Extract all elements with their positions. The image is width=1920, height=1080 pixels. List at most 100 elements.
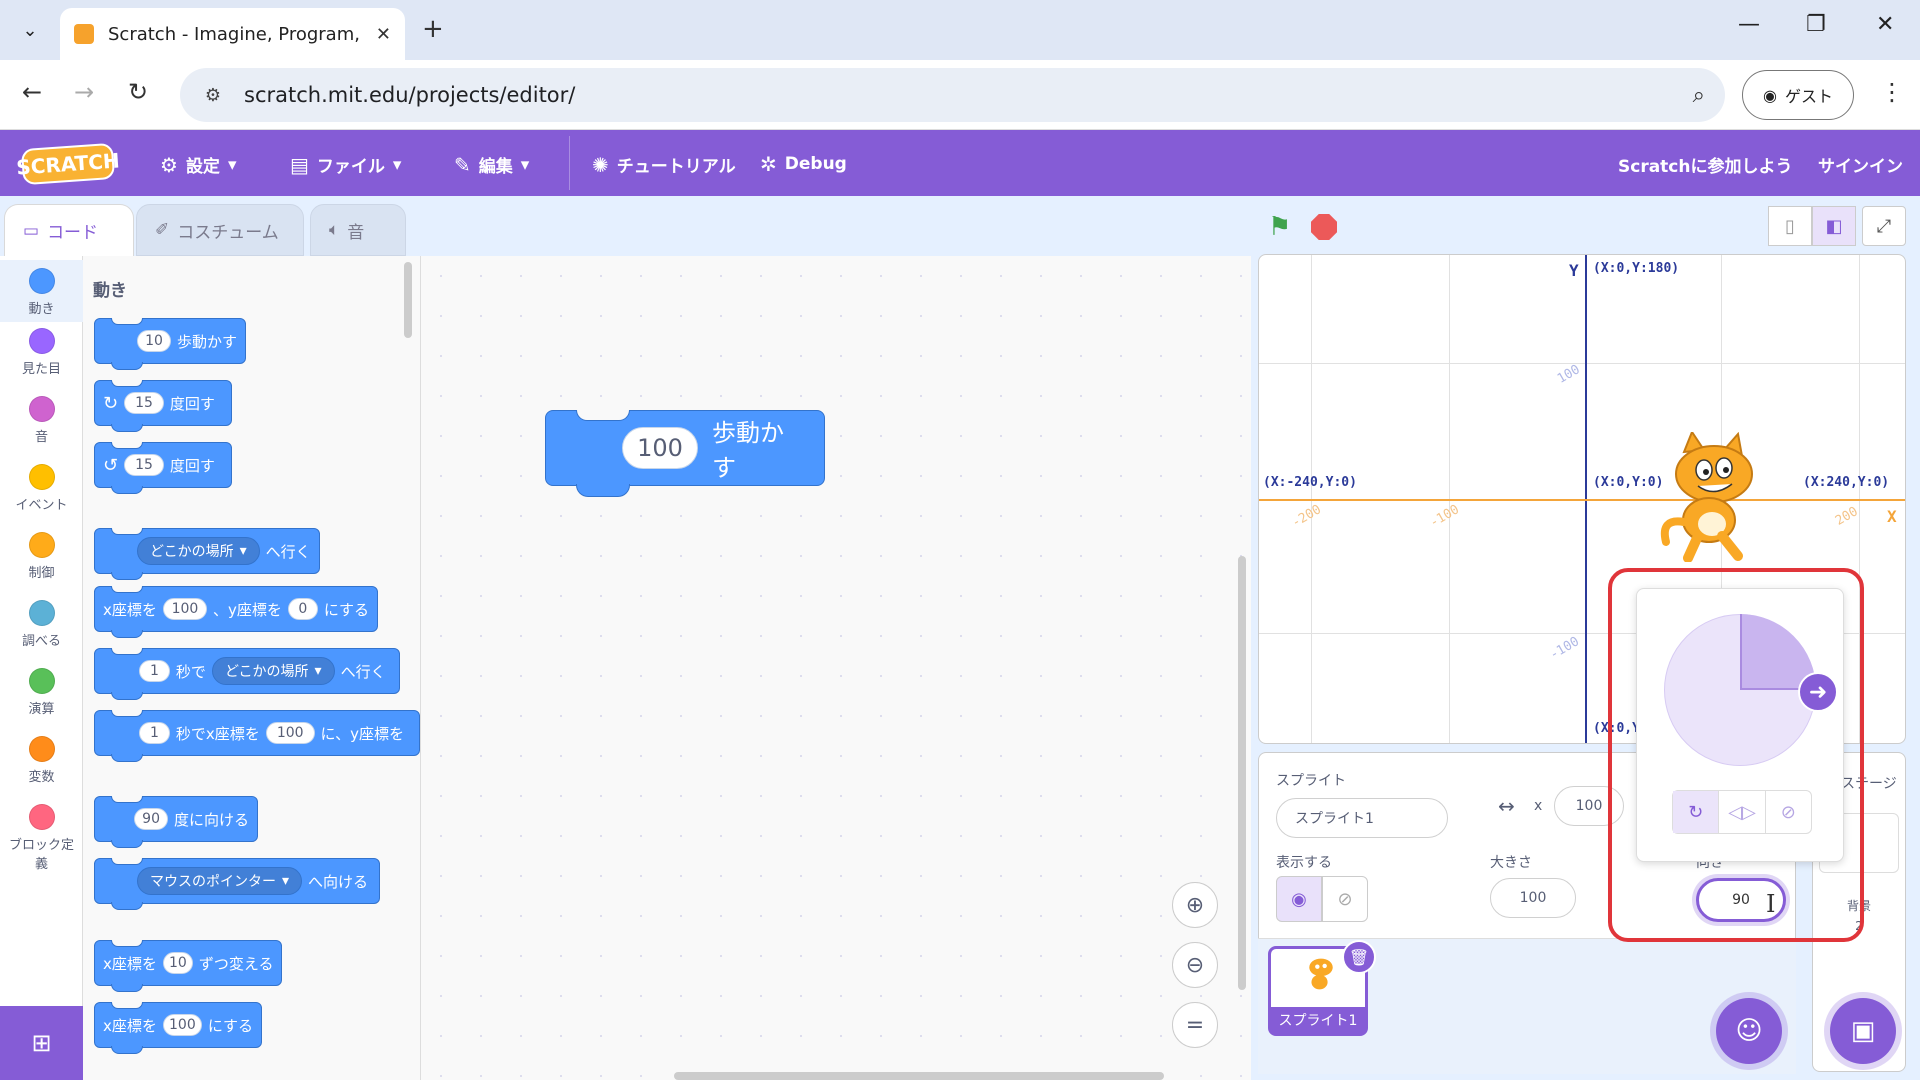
block-move-steps[interactable]: 10 歩動かす (94, 318, 246, 370)
block-turn-right[interactable]: ↻ 15 度回す (94, 380, 232, 432)
dx-input[interactable]: 10 (162, 952, 193, 974)
edit-menu[interactable]: ✎ 編集 ▾ (454, 152, 529, 178)
zoom-out-button[interactable]: ⊖ (1172, 942, 1218, 988)
target-dropdown[interactable]: どこかの場所 ▾ (137, 537, 260, 565)
tick-label: 200 (1832, 504, 1861, 529)
block-text: 度回す (169, 394, 215, 413)
site-info-icon[interactable]: ⚙ (200, 82, 226, 108)
new-tab-plus-icon[interactable]: + (422, 14, 444, 44)
block-text: へ行く (265, 542, 311, 561)
browser-menu-icon[interactable]: ⋮ (1880, 78, 1904, 106)
url-bar[interactable]: ⚙ scratch.mit.edu/projects/editor/ ⌕ (180, 68, 1725, 122)
block-point-towards[interactable]: マウスのポインター ▾ へ向ける (94, 858, 380, 910)
signin-link[interactable]: サインイン (1818, 152, 1903, 177)
hide-sprite-button[interactable]: ⊘ (1322, 876, 1368, 922)
close-tab-icon[interactable]: ✕ (376, 24, 391, 45)
tutorials-button[interactable]: ✺ チュートリアル (592, 152, 736, 178)
category-sound[interactable]: 音 (0, 396, 83, 445)
degrees-input[interactable]: 15 (124, 454, 164, 476)
x-input[interactable]: 100 (162, 1014, 202, 1036)
category-variables[interactable]: 変数 (0, 736, 83, 785)
degrees-input[interactable]: 15 (124, 392, 164, 414)
choose-sprite-button[interactable]: ☺ (1716, 998, 1782, 1064)
cat-sprite-image[interactable] (1654, 432, 1772, 562)
block-change-x[interactable]: x座標を 10 ずつ変える (94, 940, 282, 992)
category-menu: 動き 見た目 音 イベント 制御 調べる 演算 変数 ブロック定義 (0, 256, 83, 1006)
block-go-to-xy[interactable]: x座標を 100 、y座標を 0 にする (94, 586, 378, 638)
caret-down-icon: ▾ (392, 154, 402, 175)
choose-backdrop-button[interactable]: ▣ (1830, 998, 1896, 1064)
y-input[interactable]: 0 (287, 598, 318, 620)
category-my-blocks[interactable]: ブロック定義 (0, 804, 83, 872)
category-looks[interactable]: 見た目 (0, 328, 83, 377)
direction-input[interactable]: 90 (134, 808, 168, 830)
delete-sprite-button[interactable]: 🗑︎ (1342, 940, 1376, 974)
tab-sounds[interactable]: 🔈︎ 音 (310, 204, 406, 256)
forward-arrow-icon[interactable]: → (74, 78, 94, 106)
guest-profile-button[interactable]: ◉ ゲスト (1742, 70, 1854, 120)
flyout-scrollbar[interactable] (404, 262, 412, 338)
target-dropdown[interactable]: どこかの場所 ▾ (211, 657, 335, 685)
block-glide-to[interactable]: 1 秒で どこかの場所 ▾ へ行く (94, 648, 400, 700)
workspace-move-block[interactable]: 100 歩動かす (545, 410, 825, 497)
target-dropdown[interactable]: マウスのポインター ▾ (137, 867, 303, 895)
normal-stage-button[interactable]: ◧ (1812, 206, 1856, 246)
block-text: 度に向ける (173, 810, 249, 829)
zoom-magnifier-icon[interactable]: ⌕ (1693, 83, 1705, 108)
speaker-icon: 🔈︎ (329, 220, 340, 240)
restore-icon[interactable]: ❐ (1806, 12, 1826, 37)
back-arrow-icon[interactable]: ← (22, 78, 42, 106)
block-glide-to-xy[interactable]: 1 秒でx座標を 100 に、y座標を (94, 710, 420, 762)
close-window-icon[interactable]: ✕ (1876, 12, 1894, 37)
small-stage-button[interactable]: ▯ (1768, 206, 1812, 246)
sprite-name-input[interactable]: スプライト1 (1276, 798, 1448, 838)
zoom-reset-button[interactable]: = (1172, 1002, 1218, 1048)
block-turn-left[interactable]: ↺ 15 度回す (94, 442, 232, 494)
code-blocks-icon: ▭ (23, 220, 40, 241)
seconds-input[interactable]: 1 (139, 660, 170, 682)
size-input[interactable]: 100 (1490, 878, 1576, 918)
workspace-vertical-scrollbar[interactable] (1238, 556, 1246, 990)
tick-label: -100 (1427, 502, 1462, 531)
seconds-input[interactable]: 1 (139, 722, 170, 744)
show-sprite-button[interactable]: ◉ (1276, 876, 1322, 922)
scratch-logo[interactable]: SCRATCH (16, 142, 120, 186)
tab-code[interactable]: ▭ コード (4, 204, 134, 256)
steps-input[interactable]: 10 (137, 330, 171, 352)
minimize-icon[interactable]: — (1738, 12, 1760, 37)
tick-label: -100 (1547, 634, 1582, 663)
file-menu[interactable]: ▤ ファイル ▾ (290, 152, 402, 178)
settings-menu[interactable]: ⚙ 設定 ▾ (160, 152, 236, 178)
show-label: 表示する (1276, 855, 1332, 871)
script-workspace[interactable] (421, 256, 1251, 1080)
zoom-in-button[interactable]: ⊕ (1172, 882, 1218, 928)
block-go-to[interactable]: どこかの場所 ▾ へ行く (94, 528, 320, 580)
workspace-steps-input[interactable]: 100 (622, 427, 698, 469)
stop-sign-icon[interactable] (1311, 214, 1337, 240)
block-point-direction[interactable]: 90 度に向ける (94, 796, 258, 848)
category-control[interactable]: 制御 (0, 532, 83, 581)
tab-list-chevron-icon[interactable]: ⌄ (12, 12, 48, 48)
workspace-horizontal-scrollbar[interactable] (674, 1072, 1164, 1080)
join-scratch-link[interactable]: Scratchに参加しよう (1618, 152, 1792, 177)
fullscreen-button[interactable]: ⤢ (1862, 206, 1906, 246)
debug-button[interactable]: ✲ Debug (760, 152, 847, 176)
block-set-x[interactable]: x座標を 100 にする (94, 1002, 262, 1054)
category-operators[interactable]: 演算 (0, 668, 83, 717)
green-flag-icon[interactable]: ⚑ (1268, 212, 1291, 242)
category-events[interactable]: イベント (0, 464, 83, 513)
add-extension-button[interactable]: ⊞ (0, 1006, 83, 1080)
x-input[interactable]: 100 (162, 598, 207, 620)
x-input[interactable]: 100 (265, 722, 315, 744)
browser-tab[interactable]: Scratch - Imagine, Program, Sha ✕ (60, 8, 405, 60)
category-motion[interactable]: 動き (0, 260, 83, 322)
reload-icon[interactable]: ↻ (128, 78, 148, 106)
workspace-block-label: 歩動かす (712, 419, 784, 482)
brush-icon: ✐ (155, 220, 170, 240)
category-sensing[interactable]: 調べる (0, 600, 83, 649)
fullscreen-icon: ⤢ (1876, 215, 1892, 237)
extension-icon: ⊞ (31, 1029, 52, 1057)
tab-costumes[interactable]: ✐ コスチューム (136, 204, 304, 256)
motion-dot-icon (28, 268, 55, 294)
sensing-dot-icon (28, 600, 55, 626)
